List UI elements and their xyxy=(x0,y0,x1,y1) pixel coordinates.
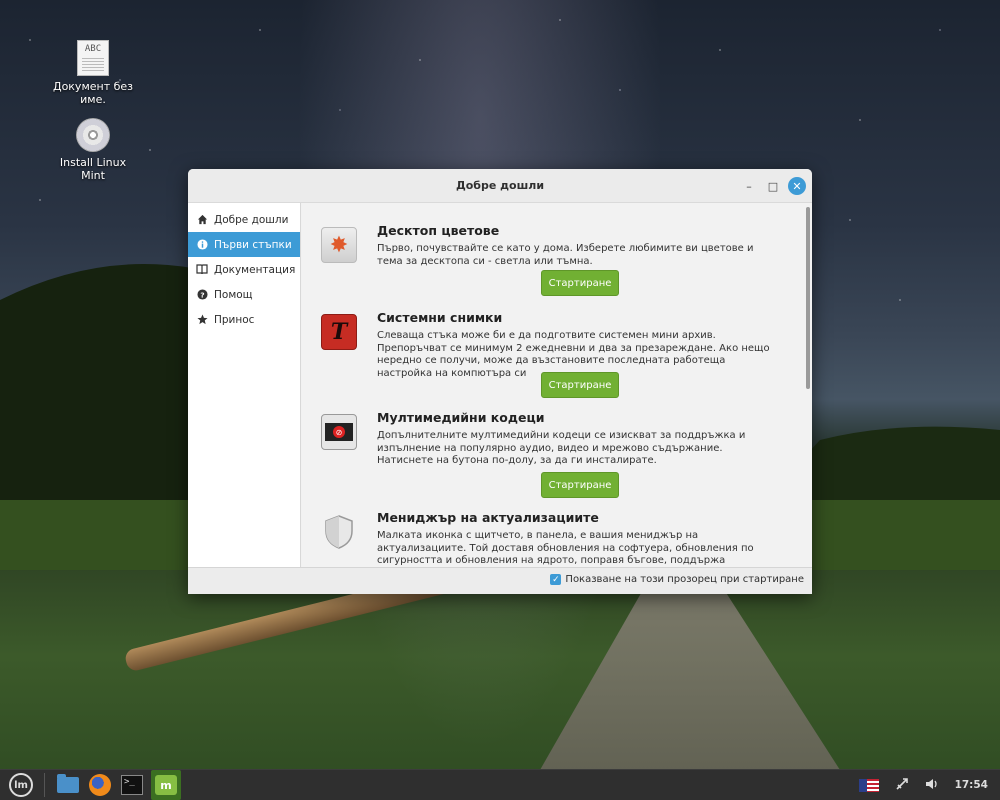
mint-logo-icon: lm xyxy=(9,773,33,797)
terminal-launcher[interactable]: >_ xyxy=(119,772,145,798)
sidebar-item-label: Документация xyxy=(214,263,296,276)
timeshift-icon: T xyxy=(321,314,357,350)
sidebar: Добре дошли Първи стъпки Документация ? … xyxy=(188,203,301,567)
star-icon xyxy=(196,314,208,326)
terminal-icon: >_ xyxy=(121,775,143,795)
sidebar-item-label: Принос xyxy=(214,313,255,326)
multimedia-blocked-icon: ⊘ xyxy=(321,414,357,450)
sidebar-item-documentation[interactable]: Документация xyxy=(188,257,300,282)
sidebar-item-label: Помощ xyxy=(214,288,253,301)
home-icon xyxy=(196,214,208,226)
cd-icon xyxy=(76,118,110,152)
book-icon xyxy=(196,264,208,276)
sidebar-item-welcome[interactable]: Добре дошли xyxy=(188,207,300,232)
content-area[interactable]: ✸ Десктоп цветове Първо, почувствайте се… xyxy=(302,203,812,567)
desktop-icon-document[interactable]: ABC Документ без име. xyxy=(48,40,138,106)
start-button-snapshots[interactable]: Стартиране xyxy=(541,372,619,398)
taskbar: lm >_ m 17:54 xyxy=(0,769,1000,800)
firefox-launcher[interactable] xyxy=(87,772,113,798)
checkbox-checked-icon[interactable]: ✓ xyxy=(550,574,562,585)
help-icon: ? xyxy=(196,289,208,301)
start-menu-button[interactable]: lm xyxy=(8,772,34,798)
window-footer: ✓ Показване на този прозорец при стартир… xyxy=(188,567,812,594)
scrollbar[interactable] xyxy=(806,207,810,389)
desktop-icon-install[interactable]: Install Linux Mint xyxy=(48,118,138,182)
welcome-window: Добре дошли – □ ✕ Добре дошли Първи стъп… xyxy=(188,169,812,594)
minimize-button[interactable]: – xyxy=(740,177,758,195)
shield-icon xyxy=(321,514,357,550)
item-description: Малката иконка с щитчето, в панела, е ва… xyxy=(377,530,754,566)
maximize-button[interactable]: □ xyxy=(764,177,782,195)
color-flower-icon: ✸ xyxy=(321,227,357,263)
item-desktop-colors: ✸ Десктоп цветове Първо, почувствайте се… xyxy=(302,223,792,303)
clock[interactable]: 17:54 xyxy=(955,779,988,791)
sidebar-item-help[interactable]: ? Помощ xyxy=(188,282,300,307)
sidebar-item-contribute[interactable]: Принос xyxy=(188,307,300,332)
sidebar-item-label: Добре дошли xyxy=(214,213,289,226)
item-title: Мултимедийни кодеци xyxy=(377,410,545,425)
close-button[interactable]: ✕ xyxy=(788,177,806,195)
volume-icon[interactable] xyxy=(925,777,939,794)
item-system-snapshots: T Системни снимки Слеваща стъка може би … xyxy=(302,310,792,405)
taskbar-separator xyxy=(44,773,45,797)
info-icon xyxy=(196,239,208,251)
desktop-icon-label: Документ без име. xyxy=(52,80,134,106)
item-title: Десктоп цветове xyxy=(377,223,500,238)
item-description: Първо, почувствайте се като у дома. Избе… xyxy=(377,243,754,267)
start-button-colors[interactable]: Стартиране xyxy=(541,270,619,296)
sidebar-item-label: Първи стъпки xyxy=(214,238,292,251)
firefox-icon xyxy=(89,774,111,796)
item-title: Мениджър на актуализациите xyxy=(377,510,599,525)
network-icon[interactable] xyxy=(895,777,909,794)
item-description: Допълнителните мултимедийни кодеци се из… xyxy=(377,430,746,466)
taskbar-window-welcome[interactable]: m xyxy=(151,770,181,800)
window-titlebar[interactable]: Добре дошли – □ ✕ xyxy=(188,169,812,203)
start-button-codecs[interactable]: Стартиране xyxy=(541,472,619,498)
item-multimedia-codecs: ⊘ Мултимедийни кодеци Допълнителните мул… xyxy=(302,410,792,505)
desktop-icon-label: Install Linux Mint xyxy=(59,156,127,182)
mint-welcome-icon: m xyxy=(155,775,177,795)
document-icon: ABC xyxy=(77,40,109,76)
sidebar-item-first-steps[interactable]: Първи стъпки xyxy=(188,232,300,257)
us-flag-icon[interactable] xyxy=(858,778,879,792)
checkbox-label: Показване на този прозорец при стартиран… xyxy=(565,574,804,585)
svg-text:?: ? xyxy=(200,290,204,299)
item-update-manager: Мениджър на актуализациите Малката иконк… xyxy=(302,510,792,567)
item-title: Системни снимки xyxy=(377,310,503,325)
files-launcher[interactable] xyxy=(55,772,81,798)
folder-icon xyxy=(57,774,79,793)
show-on-startup-checkbox[interactable]: ✓ Показване на този прозорец при стартир… xyxy=(550,574,804,585)
window-title: Добре дошли xyxy=(455,179,545,192)
